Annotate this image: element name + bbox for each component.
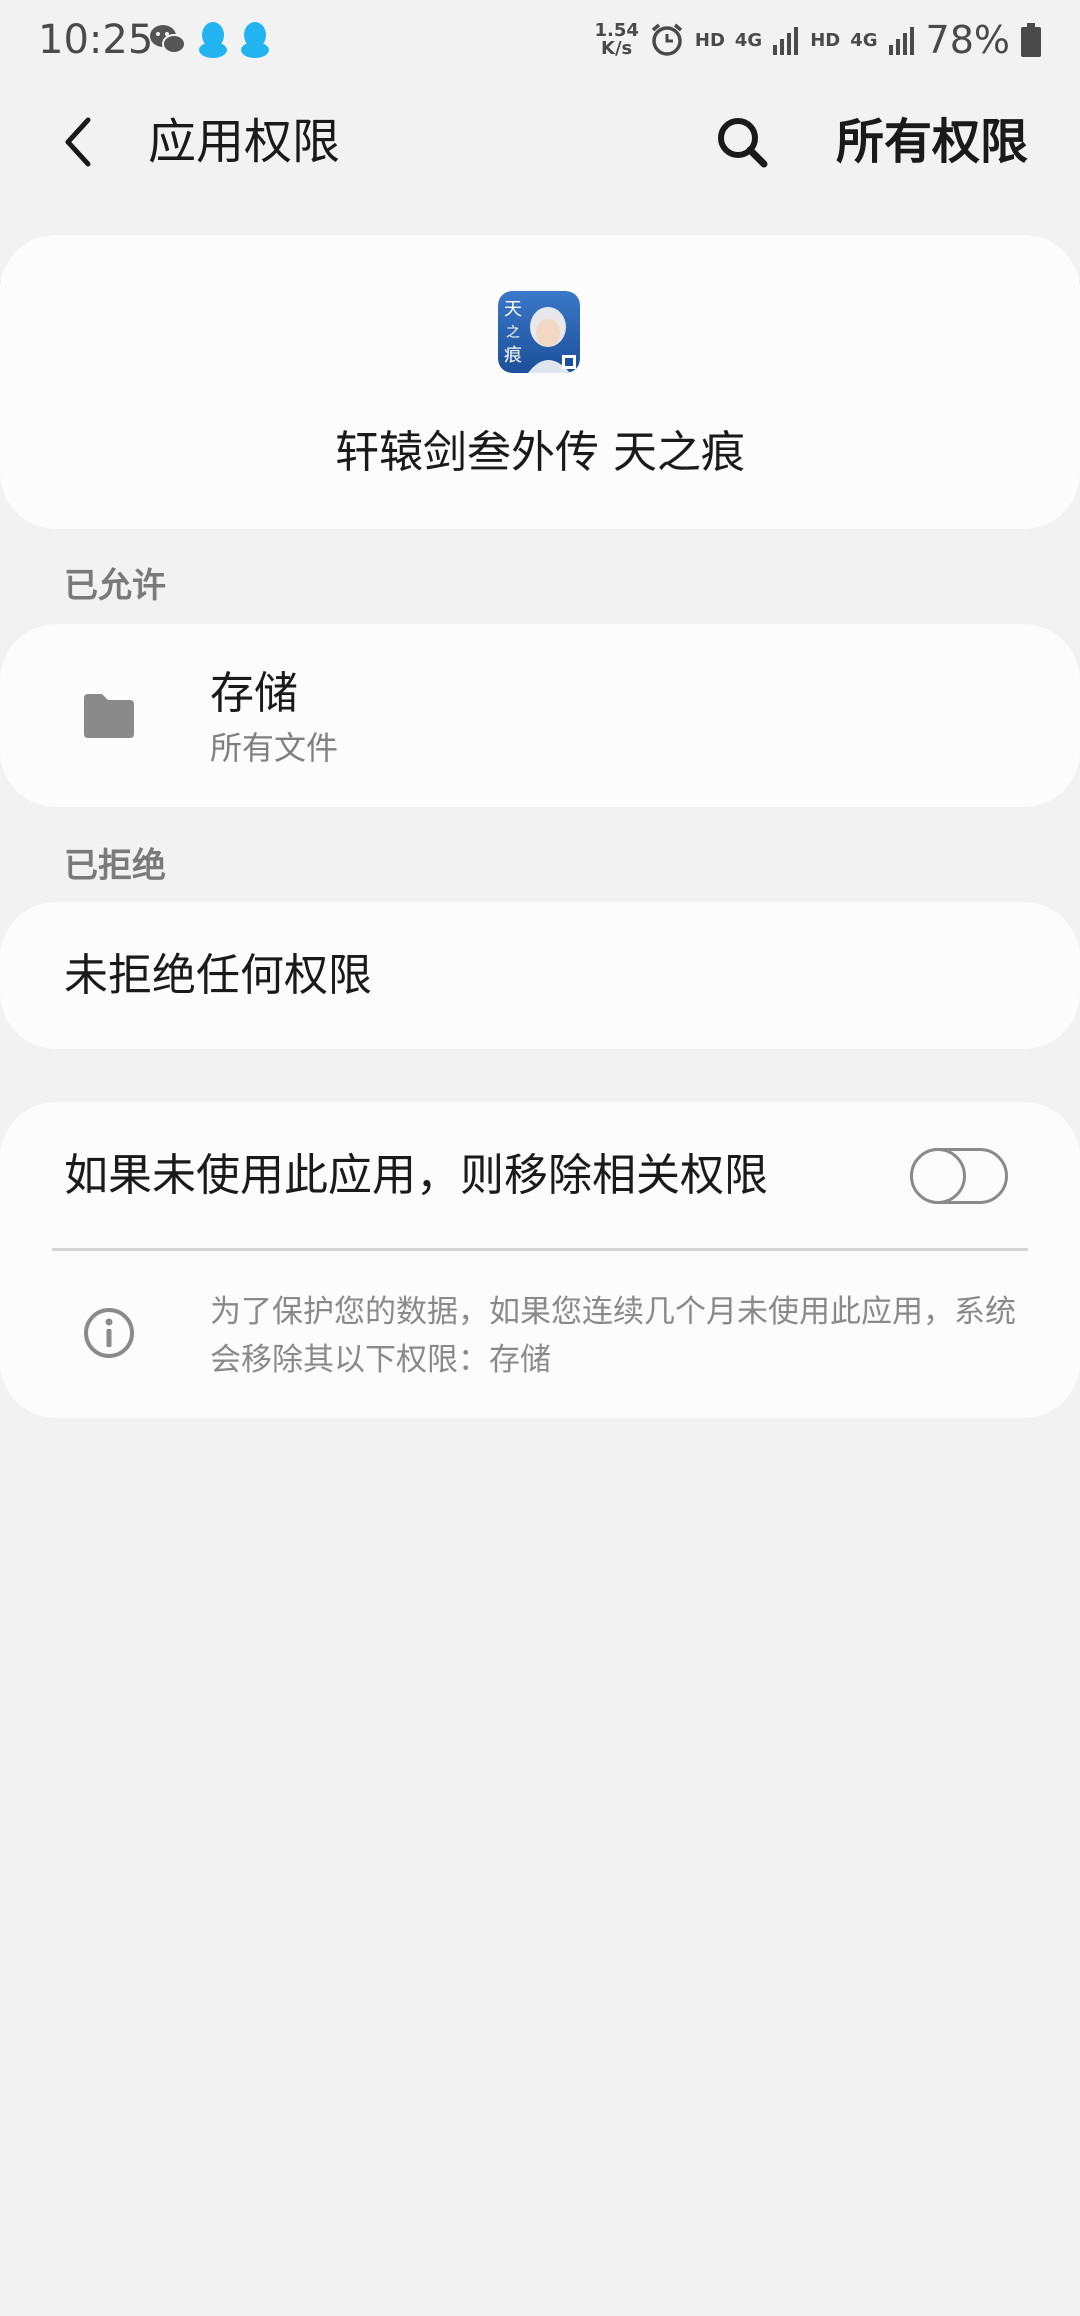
battery-icon xyxy=(1021,23,1041,57)
wechat-icon xyxy=(150,25,186,54)
status-bar: 10:25 1.54 K/s HD 4G HD 4G 78% xyxy=(0,0,1080,80)
network-speed: 1.54 K/s xyxy=(594,22,638,58)
info-description: 为了保护您的数据，如果您连续几个月未使用此应用，系统会移除其以下权限：存储 xyxy=(210,1294,1016,1378)
network-type-label: 4G xyxy=(850,29,878,51)
back-icon[interactable] xyxy=(52,112,112,172)
denied-permissions-card: 未拒绝任何权限 xyxy=(0,902,1080,1049)
signal-icon xyxy=(888,27,914,55)
denied-section-label: 已拒绝 xyxy=(64,846,166,886)
qq-icon xyxy=(241,22,269,58)
storage-permission-item[interactable]: 存储 所有文件 xyxy=(0,624,1080,807)
status-time: 10:25 xyxy=(38,17,154,63)
folder-icon xyxy=(84,694,134,738)
status-right: 1.54 K/s HD 4G HD 4G 78% xyxy=(594,16,1042,64)
battery-percent: 78% xyxy=(925,18,1010,62)
remove-permissions-card: 如果未使用此应用，则移除相关权限 为了保护您的数据，如果您连续几个月未使用此应用… xyxy=(0,1102,1080,1418)
svg-text:痕: 痕 xyxy=(504,345,522,366)
info-icon xyxy=(84,1308,134,1358)
toggle-knob xyxy=(910,1148,966,1204)
alarm-icon xyxy=(651,23,682,56)
app-bar: 应用权限 所有权限 xyxy=(0,92,1080,192)
remove-permissions-toggle[interactable] xyxy=(910,1148,1008,1204)
app-name: 轩辕剑叁外传 天之痕 xyxy=(335,427,745,478)
page-title: 应用权限 xyxy=(148,114,341,170)
hd-label: HD xyxy=(810,29,841,51)
network-type-label: 4G xyxy=(734,29,763,51)
svg-text:天: 天 xyxy=(504,299,522,320)
remove-permissions-label: 如果未使用此应用，则移除相关权限 xyxy=(64,1150,768,1201)
svg-text:之: 之 xyxy=(506,325,520,341)
allowed-section-label: 已允许 xyxy=(64,566,166,606)
no-denied-text: 未拒绝任何权限 xyxy=(64,950,372,1001)
network-speed-unit: K/s xyxy=(601,38,633,59)
app-info-card: 天 之 痕 轩辕剑叁外传 天之痕 xyxy=(0,235,1080,529)
app-icon: 天 之 痕 xyxy=(498,291,580,373)
permission-title: 存储 xyxy=(210,668,298,719)
divider xyxy=(52,1248,1028,1251)
hd-label: HD xyxy=(694,29,725,51)
qq-icon xyxy=(199,22,227,58)
all-permissions-button[interactable]: 所有权限 xyxy=(836,114,1028,170)
permission-subtitle: 所有文件 xyxy=(210,729,339,767)
signal-icon xyxy=(773,27,799,55)
notification-icons xyxy=(148,20,272,60)
search-icon[interactable] xyxy=(712,112,772,172)
